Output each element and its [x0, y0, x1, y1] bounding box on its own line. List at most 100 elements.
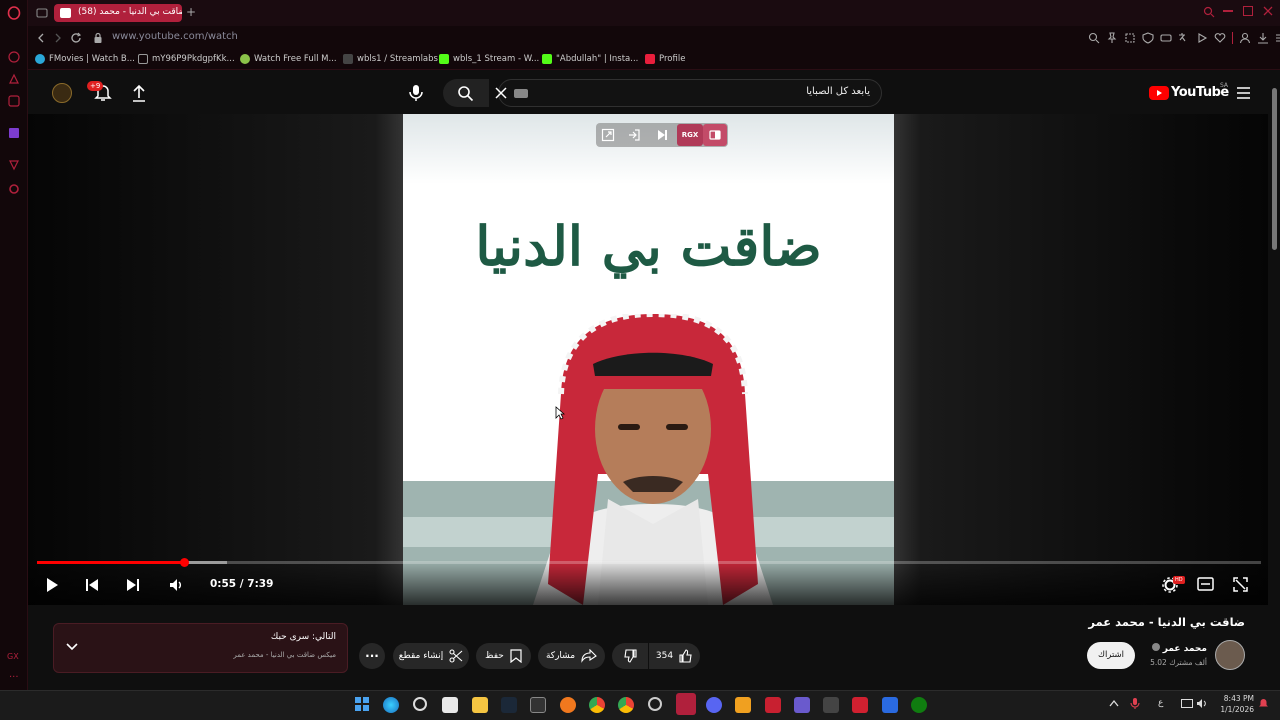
app-icon-2[interactable] — [648, 697, 662, 711]
back-icon[interactable] — [36, 33, 46, 43]
subscribe-button[interactable]: اشتراك — [1087, 642, 1135, 669]
messenger-icon[interactable] — [7, 94, 21, 108]
video-frame[interactable]: ضاقت بي الدنيا — [403, 114, 894, 605]
search-tabs-icon[interactable] — [1203, 6, 1215, 18]
fullscreen-icon[interactable] — [1233, 577, 1248, 592]
bookmark-instagram[interactable]: "Abdullah" | Insta... — [542, 54, 638, 64]
progress-scrubber[interactable] — [179, 558, 189, 567]
adblock-icon[interactable] — [1142, 32, 1154, 44]
reload-icon[interactable] — [70, 32, 82, 44]
volume-icon[interactable] — [168, 577, 184, 593]
maximize-button[interactable] — [1243, 6, 1253, 16]
previous-icon[interactable] — [85, 578, 99, 592]
translate-icon[interactable] — [1178, 32, 1190, 44]
microphone-tray-icon[interactable] — [1130, 697, 1140, 710]
epic-games-icon[interactable] — [530, 697, 546, 713]
twitch-icon[interactable] — [7, 126, 21, 140]
clock-time[interactable]: 8:43 PM — [1214, 694, 1254, 703]
snapshot-icon[interactable] — [1124, 32, 1136, 44]
next-icon[interactable] — [126, 578, 140, 592]
edge-icon[interactable] — [383, 697, 399, 713]
more-actions-button[interactable]: ··· — [359, 643, 385, 669]
profile-icon[interactable] — [1239, 32, 1251, 44]
bookmark-watch-free[interactable]: Watch Free Full M... — [240, 54, 337, 64]
channel-avatar[interactable] — [1215, 640, 1245, 670]
player-icon[interactable] — [1196, 32, 1208, 44]
opera-logo-icon[interactable] — [7, 6, 21, 20]
rgx-toggle[interactable] — [703, 124, 727, 146]
bookmark-kick-stream[interactable]: wbls_1 Stream - W... — [439, 54, 539, 64]
clock-date[interactable]: 1/1/2026 — [1214, 705, 1254, 714]
keyboard-icon[interactable] — [514, 89, 528, 98]
vpn-icon[interactable] — [1160, 32, 1172, 44]
easy-setup-icon[interactable] — [1275, 32, 1280, 44]
volume-tray-icon[interactable] — [1196, 698, 1208, 709]
theater-mode-icon[interactable] — [1197, 577, 1214, 591]
app-icon-8[interactable] — [882, 697, 898, 713]
pin-icon[interactable] — [1106, 32, 1118, 44]
language-indicator[interactable]: ع — [1158, 698, 1163, 708]
bookmark-fmovies[interactable]: FMovies | Watch B... — [35, 54, 135, 64]
new-tab-button[interactable]: + — [186, 5, 196, 19]
store-icon[interactable] — [442, 697, 458, 713]
upload-icon[interactable] — [130, 83, 148, 103]
xbox-icon[interactable] — [911, 697, 927, 713]
youtube-logo-icon[interactable] — [1149, 86, 1169, 100]
sidebar-more-icon[interactable]: ··· — [9, 672, 19, 683]
skip-icon[interactable] — [655, 128, 669, 142]
app-icon-6[interactable] — [823, 697, 839, 713]
app-icon-7[interactable] — [852, 697, 868, 713]
windows-start-icon[interactable] — [355, 697, 369, 711]
dislike-button[interactable] — [612, 643, 648, 669]
play-icon[interactable] — [44, 577, 60, 593]
bookmark-doc[interactable]: mY96P9PkdgpfKk... — [138, 54, 235, 64]
discord-icon[interactable] — [706, 697, 722, 713]
chrome-icon[interactable] — [589, 697, 605, 713]
speed-dial-icon[interactable] — [7, 50, 21, 64]
app-icon-4[interactable] — [765, 697, 781, 713]
downloads-icon[interactable] — [1257, 32, 1269, 44]
lock-icon[interactable] — [93, 32, 103, 44]
menu-hamburger-icon[interactable] — [1236, 86, 1251, 100]
history-icon[interactable] — [7, 158, 21, 172]
scrollbar-thumb[interactable] — [1272, 88, 1277, 250]
steam-icon[interactable] — [501, 697, 517, 713]
app-icon[interactable] — [560, 697, 576, 713]
forward-icon[interactable] — [53, 33, 63, 43]
clear-search-icon[interactable] — [495, 87, 507, 99]
network-icon[interactable] — [1181, 699, 1193, 708]
exit-icon[interactable] — [627, 128, 641, 142]
user-avatar[interactable] — [52, 83, 72, 103]
popout-video-icon[interactable] — [601, 128, 615, 142]
tab-active[interactable]: (58) ضاقت بي الدنيا - محمد — [54, 4, 182, 22]
url-text[interactable]: www.youtube.com/watch — [112, 31, 238, 42]
notification-bell-tray-icon[interactable] — [1258, 698, 1269, 709]
app-icon-5[interactable] — [794, 697, 810, 713]
voice-search-mic-icon[interactable] — [407, 83, 425, 103]
app-icon-3[interactable] — [735, 697, 751, 713]
like-button[interactable]: 354 — [649, 643, 700, 669]
chrome-icon-2[interactable] — [618, 697, 634, 713]
gx-control-icon[interactable] — [7, 72, 21, 86]
bookmark-profile[interactable]: Profile — [645, 54, 685, 64]
heart-icon[interactable] — [1214, 32, 1226, 44]
gx-label[interactable]: GX — [7, 652, 19, 661]
bookmark-streamlabs[interactable]: wbls1 / Streamlabs — [343, 54, 438, 64]
tab-overview-icon[interactable] — [36, 7, 48, 19]
share-button[interactable]: مشاركة — [538, 643, 605, 669]
zoom-icon[interactable] — [1088, 32, 1100, 44]
search-query[interactable]: يابعد كل الصبايا — [700, 86, 870, 97]
next-video-card[interactable] — [53, 623, 348, 673]
opera-gx-taskbar-icon[interactable] — [676, 693, 696, 715]
chevron-up-icon[interactable] — [1109, 699, 1119, 707]
search-icon[interactable] — [457, 85, 474, 102]
settings-app-icon[interactable] — [413, 697, 427, 711]
minimize-button[interactable] — [1223, 10, 1233, 12]
save-button[interactable]: حفظ — [476, 643, 531, 669]
clip-button[interactable]: إنشاء مقطع — [393, 643, 469, 669]
settings-gear-icon[interactable] — [7, 182, 21, 196]
rgx-button[interactable]: RGX — [677, 124, 703, 146]
chevron-down-icon[interactable] — [66, 642, 78, 652]
file-explorer-icon[interactable] — [472, 697, 488, 713]
close-window-button[interactable] — [1263, 6, 1273, 16]
